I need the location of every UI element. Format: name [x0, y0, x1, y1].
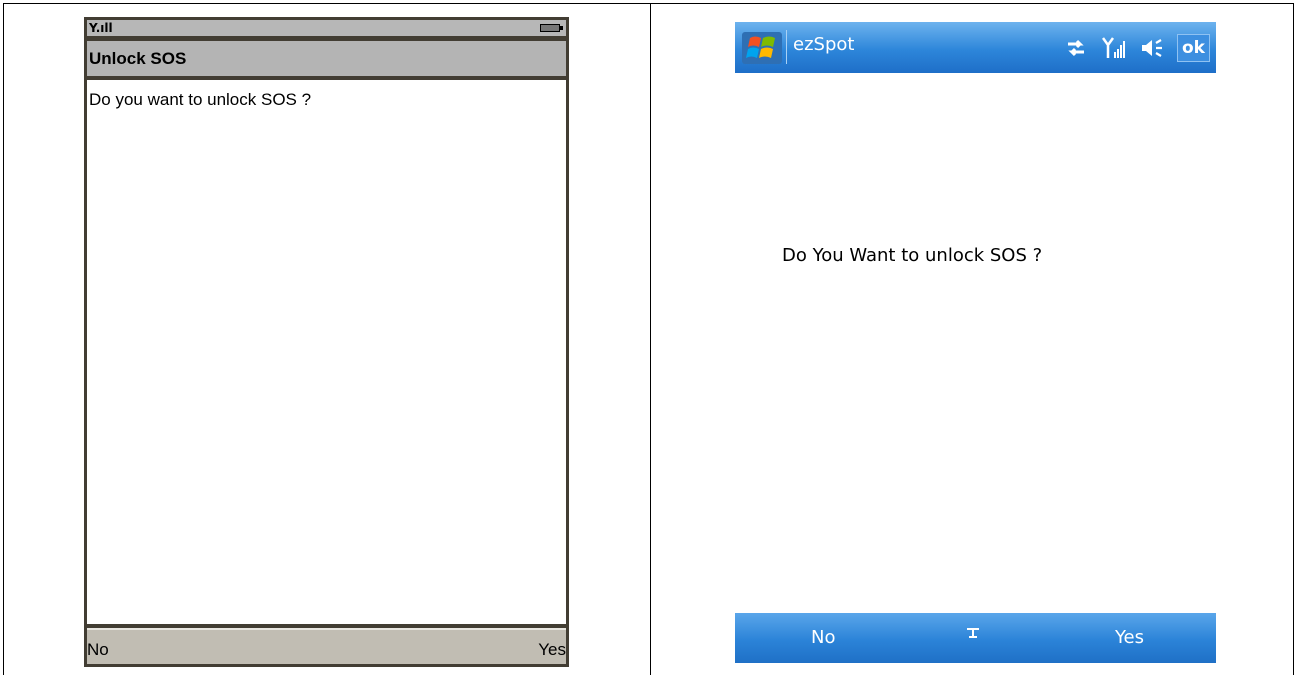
speaker-icon[interactable] — [1140, 36, 1164, 60]
confirm-message: Do You Want to unlock SOS ? — [782, 245, 1043, 266]
battery-icon — [540, 24, 563, 32]
j2me-phone-screen: Y.ıll Unlock SOS Do you want to unlock S… — [84, 17, 569, 667]
wm-softkey-bar: No Yes — [735, 613, 1216, 663]
status-bar: Y.ıll — [87, 20, 566, 36]
wm-title-bar: ezSpot ok — [735, 22, 1216, 73]
connectivity-icon[interactable] — [1064, 36, 1088, 60]
no-softkey[interactable]: No — [87, 640, 109, 660]
ok-button[interactable]: ok — [1177, 34, 1210, 62]
yes-softkey[interactable]: Yes — [538, 640, 566, 660]
title-separator — [786, 30, 787, 64]
signal-icon[interactable] — [1102, 36, 1126, 60]
keyboard-icon[interactable] — [963, 625, 983, 643]
signal-strength-icon: Y.ıll — [89, 21, 113, 35]
yes-softkey[interactable]: Yes — [1115, 627, 1144, 648]
wm-content-area: Do You Want to unlock SOS ? — [735, 73, 1216, 613]
no-softkey[interactable]: No — [811, 627, 835, 648]
softkey-bar: No Yes — [87, 628, 566, 664]
confirm-message: Do you want to unlock SOS ? — [89, 90, 312, 109]
message-area: Do you want to unlock SOS ? — [87, 80, 566, 624]
windows-start-icon[interactable] — [742, 32, 782, 64]
table-divider — [650, 3, 651, 675]
app-name: ezSpot — [793, 34, 855, 55]
status-icons — [1064, 34, 1164, 62]
screen-title: Unlock SOS — [87, 41, 566, 76]
